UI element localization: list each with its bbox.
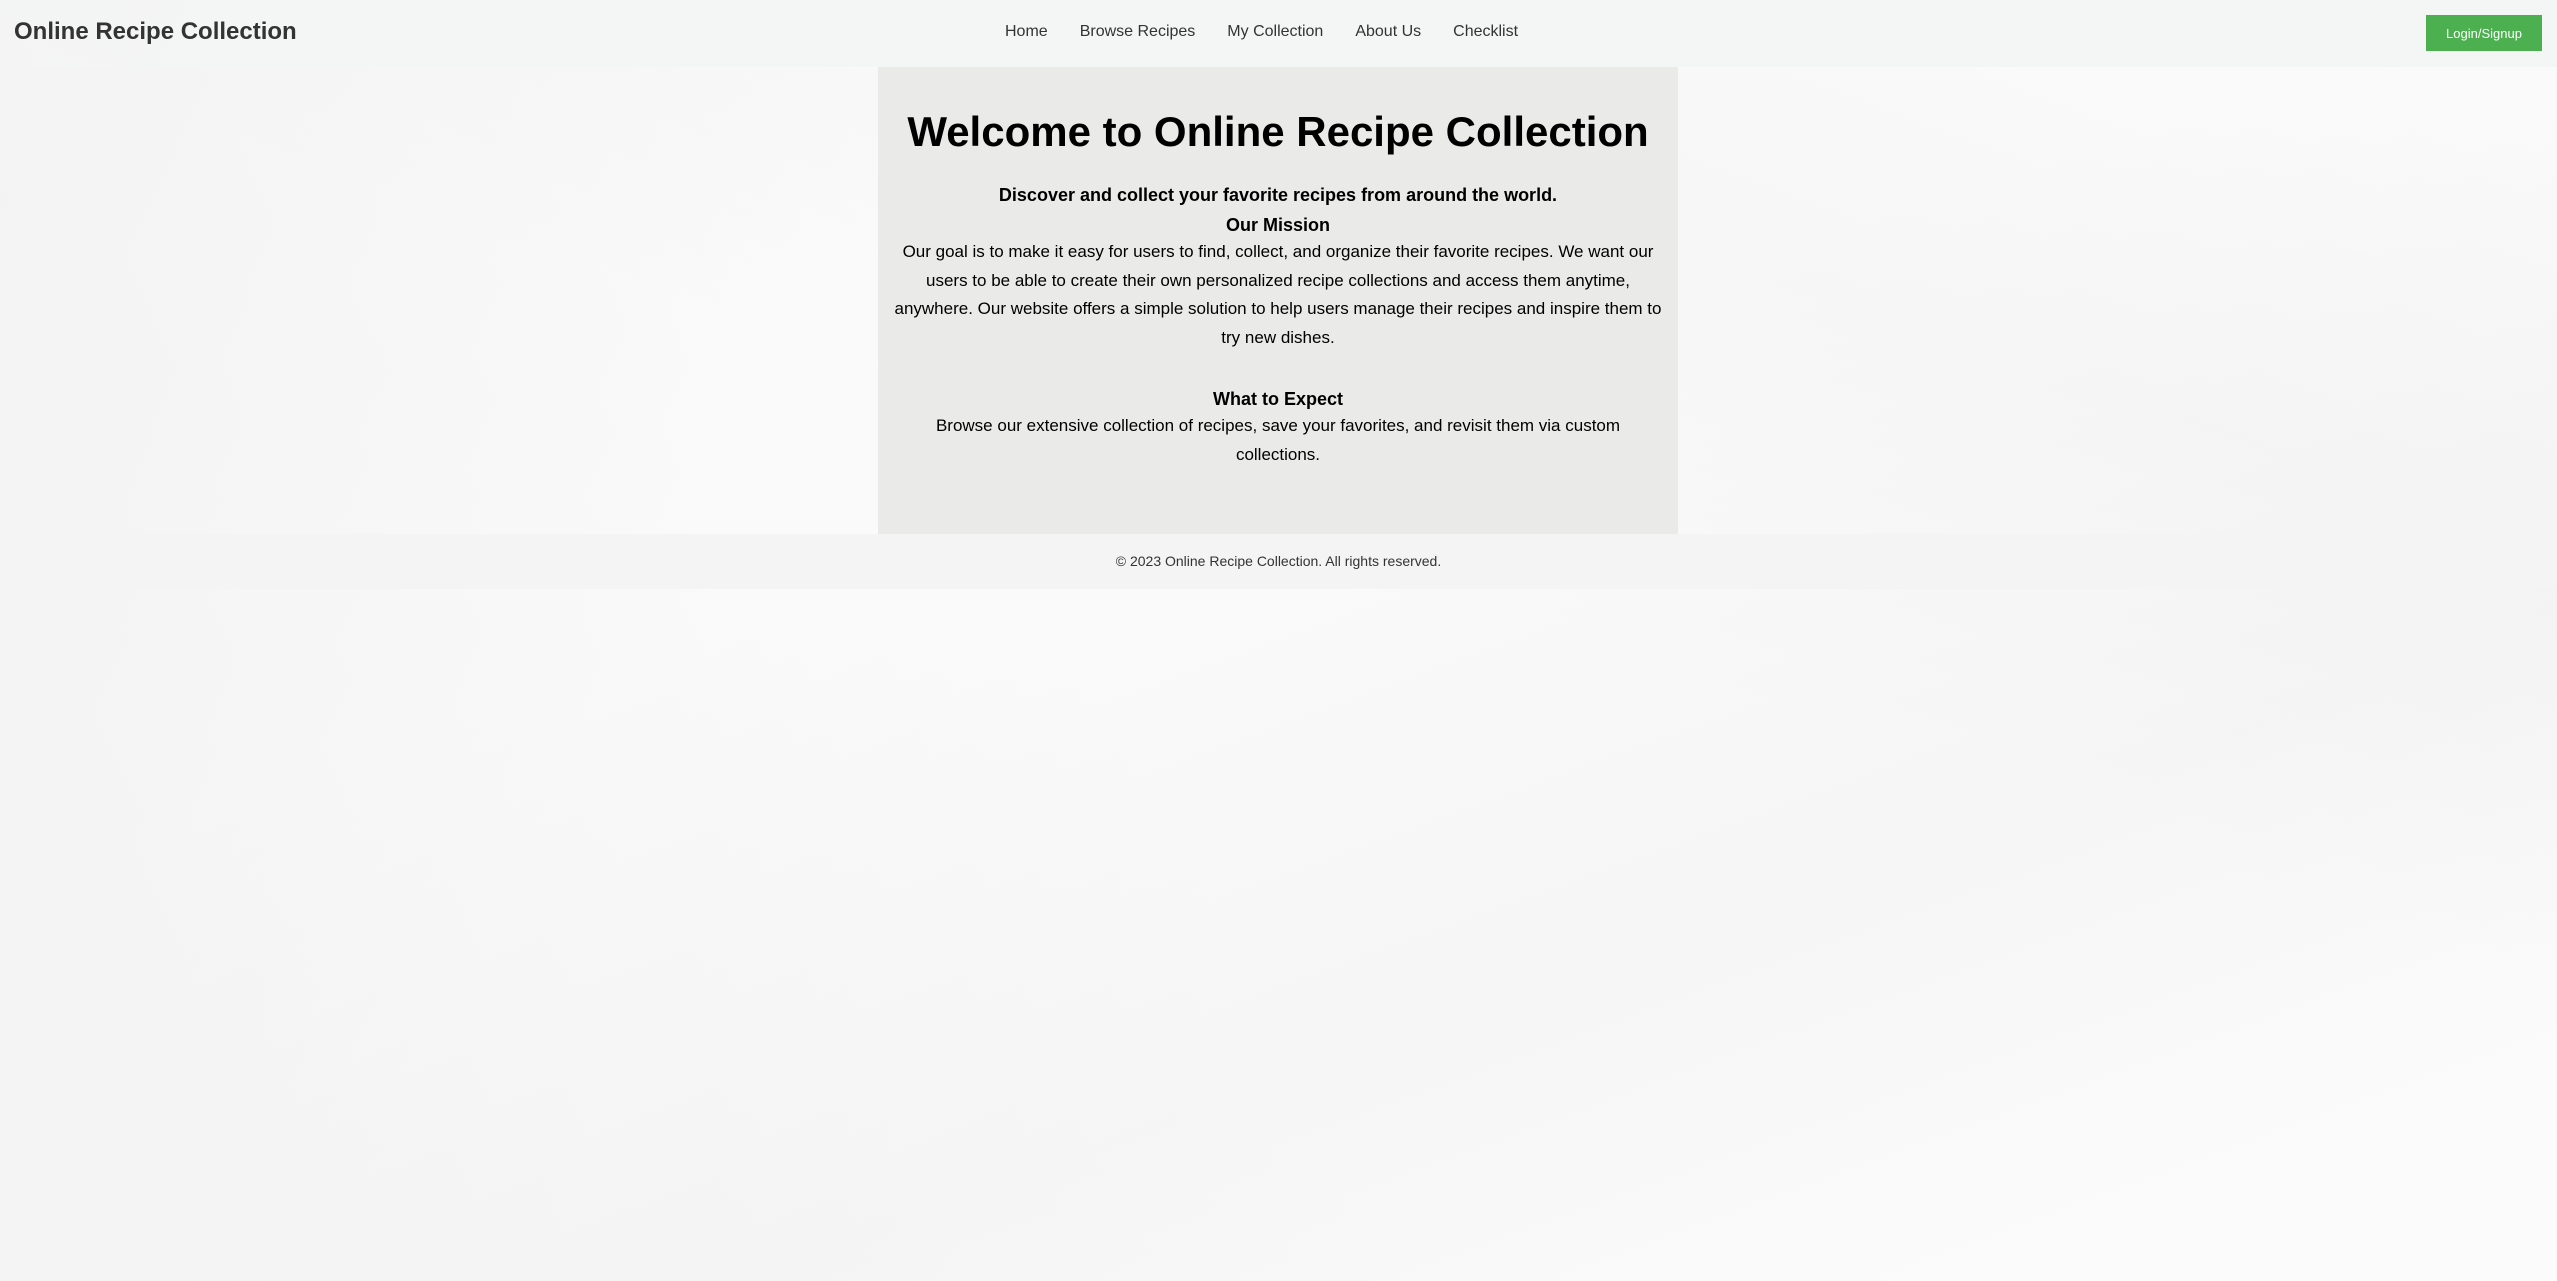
nav-item-checklist[interactable]: Checklist bbox=[1453, 20, 1518, 44]
site-footer: © 2023 Online Recipe Collection. All rig… bbox=[0, 534, 2557, 589]
main-nav: Home Browse Recipes My Collection About … bbox=[1005, 20, 1518, 44]
expect-text: Browse our extensive collection of recip… bbox=[935, 416, 1621, 464]
site-header: Online Recipe Collection Home Browse Rec… bbox=[0, 0, 2557, 67]
nav-item-my-collection[interactable]: My Collection bbox=[1227, 20, 1323, 44]
nav-item-browse-recipes[interactable]: Browse Recipes bbox=[1080, 20, 1196, 44]
welcome-section: Welcome to Online Recipe Collection Disc… bbox=[878, 67, 1678, 534]
nav-item-about-us[interactable]: About Us bbox=[1355, 20, 1421, 44]
tagline: Discover and collect your favorite recip… bbox=[998, 185, 1558, 205]
welcome-title: Welcome to Online Recipe Collection bbox=[907, 108, 1649, 155]
mission-text: Our goal is to make it easy for users to… bbox=[894, 242, 1662, 347]
site-title[interactable]: Online Recipe Collection bbox=[14, 18, 297, 46]
mission-heading: Our Mission bbox=[1225, 215, 1330, 235]
nav-item-home[interactable]: Home bbox=[1005, 20, 1048, 44]
login-signup-button[interactable]: Login/Signup bbox=[2426, 15, 2542, 51]
copyright-text: © 2023 Online Recipe Collection. All rig… bbox=[1115, 553, 1442, 569]
expect-heading: What to Expect bbox=[1212, 389, 1343, 409]
